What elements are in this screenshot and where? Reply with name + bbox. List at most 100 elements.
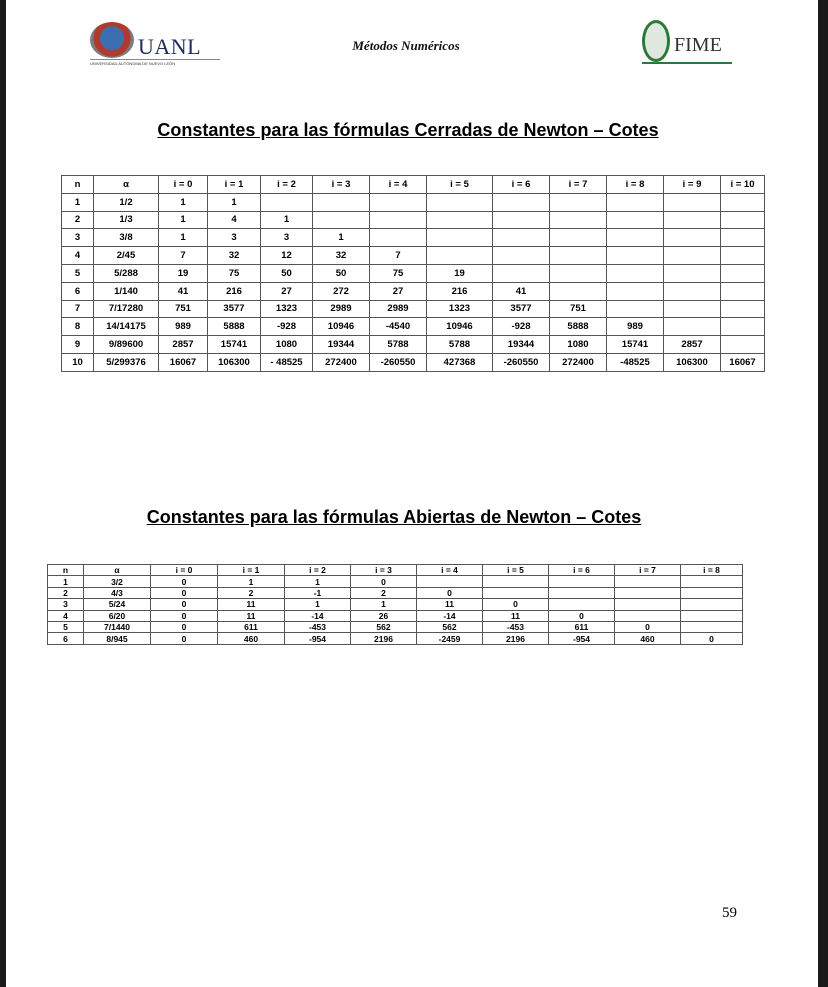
table-cell: 562 (350, 620, 417, 634)
table-cell (549, 228, 607, 248)
table-cell (492, 228, 550, 248)
table-row: 6 8/945 0 460 -954 2196 -2459 2196 -954 460 0 (47, 632, 743, 645)
table-cell: 4 (207, 210, 261, 230)
table-cell: 2/45 (93, 246, 159, 265)
table-cell: 7/17280 (93, 299, 159, 319)
table-cell: 106300 (207, 352, 261, 372)
table-cell (416, 575, 483, 588)
uanl-shield-icon (90, 22, 134, 58)
table-cell: 11 (416, 598, 483, 611)
table-cell: 2 (217, 586, 285, 600)
table-cell (614, 575, 681, 588)
table-cell: 3/8 (93, 228, 159, 248)
table-cell: 5/299376 (93, 352, 159, 372)
table-cell: 272 (312, 281, 370, 301)
table-cell (548, 598, 615, 611)
table-cell: 10946 (426, 317, 493, 337)
table-cell: 216 (207, 281, 261, 301)
table-cell: 1/3 (93, 210, 159, 230)
fime-logo-underline (642, 62, 732, 64)
table-row: 9 9/89600 2857 15741 1080 19344 5788 5788 19344 1… (61, 335, 765, 354)
table-cell: 5788 (426, 335, 493, 354)
table-cell: 75 (369, 263, 427, 283)
table-cell: 1 (284, 575, 351, 588)
table-cell (614, 586, 681, 600)
open-formulas-title: Constantes para las fórmulas Abiertas de… (146, 507, 642, 527)
table-cell: 3 (47, 598, 84, 611)
table-cell (492, 192, 550, 212)
table-cell: 7/1440 (83, 620, 151, 634)
closed-formulas-table: n α i = 0 i = 1 i = 2 i = 3 i = 4 i = 5 … (61, 175, 765, 372)
table-cell: 1 (217, 575, 285, 588)
table-cell (549, 246, 607, 265)
table-cell (482, 575, 549, 588)
table-cell (720, 246, 765, 265)
column-header: i = 4 (416, 563, 483, 577)
table-row: 2 4/3 0 2 -1 2 0 (47, 586, 743, 600)
table-row: 7 7/17280 751 3577 1323 2989 2989 1323 3577 751 (61, 299, 765, 319)
table-cell: 3 (61, 228, 94, 248)
table-cell: 5 (47, 620, 84, 634)
table-row: 4 6/20 0 11 -14 26 -14 11 0 (47, 609, 743, 622)
table-cell: 5788 (369, 335, 427, 354)
table-cell: -4540 (369, 317, 427, 337)
table-cell: 5/288 (93, 263, 159, 283)
table-cell: 0 (482, 598, 549, 611)
column-header: i = 7 (614, 563, 681, 577)
table-cell: 14/14175 (93, 317, 159, 337)
table-cell: 1323 (426, 299, 493, 319)
table-cell: - 48525 (260, 352, 313, 372)
table-cell: 5888 (549, 317, 607, 337)
table-cell: 2 (350, 586, 417, 600)
table-cell: -260550 (369, 352, 427, 372)
table-cell: 7 (61, 299, 94, 319)
table-cell: 6/20 (83, 609, 151, 622)
table-cell: 0 (350, 575, 417, 588)
table-cell (606, 263, 664, 283)
table-cell: 5/24 (83, 598, 151, 611)
table-cell: 15741 (606, 335, 664, 354)
table-cell (720, 299, 765, 319)
table-cell (720, 263, 765, 283)
table-cell: 0 (150, 586, 218, 600)
table-cell: -453 (284, 620, 351, 634)
page-header: UANL UNIVERSIDAD AUTÓNOMA DE NUEVO LEÓN … (6, 0, 818, 80)
table-cell: 5 (61, 263, 94, 283)
table-cell (312, 192, 370, 212)
table-cell: 10946 (312, 317, 370, 337)
table-cell (614, 609, 681, 622)
table-cell (680, 620, 743, 634)
table-cell: 4/3 (83, 586, 151, 600)
table-cell: 0 (150, 620, 218, 634)
table-cell: 1323 (260, 299, 313, 319)
column-header: i = 2 (284, 563, 351, 577)
table-cell (663, 210, 721, 230)
table-cell (312, 210, 370, 230)
table-cell: -928 (492, 317, 550, 337)
table-cell (606, 281, 664, 301)
table-cell: 50 (312, 263, 370, 283)
table-cell: 106300 (663, 352, 721, 372)
table-cell: 272400 (312, 352, 370, 372)
table-cell: 460 (614, 632, 681, 645)
column-header: i = 10 (720, 175, 765, 194)
table-cell: 9 (61, 335, 94, 354)
table-row: 1 1/2 1 1 (61, 192, 765, 212)
table-cell: 989 (606, 317, 664, 337)
table-cell: 19 (426, 263, 493, 283)
table-cell (426, 210, 493, 230)
table-cell: 32 (312, 246, 370, 265)
column-header: i = 6 (548, 563, 615, 577)
table-cell (492, 246, 550, 265)
table-cell: -14 (284, 609, 351, 622)
fime-logo: FIME (638, 18, 738, 68)
table-cell: 2857 (663, 335, 721, 354)
table-cell: 4 (47, 609, 84, 622)
table-cell: 7 (158, 246, 208, 265)
table-cell: 0 (416, 586, 483, 600)
table-cell: 32 (207, 246, 261, 265)
column-header: i = 9 (663, 175, 721, 194)
table-cell: 2 (61, 210, 94, 230)
table-cell (492, 210, 550, 230)
table-cell: 0 (548, 609, 615, 622)
